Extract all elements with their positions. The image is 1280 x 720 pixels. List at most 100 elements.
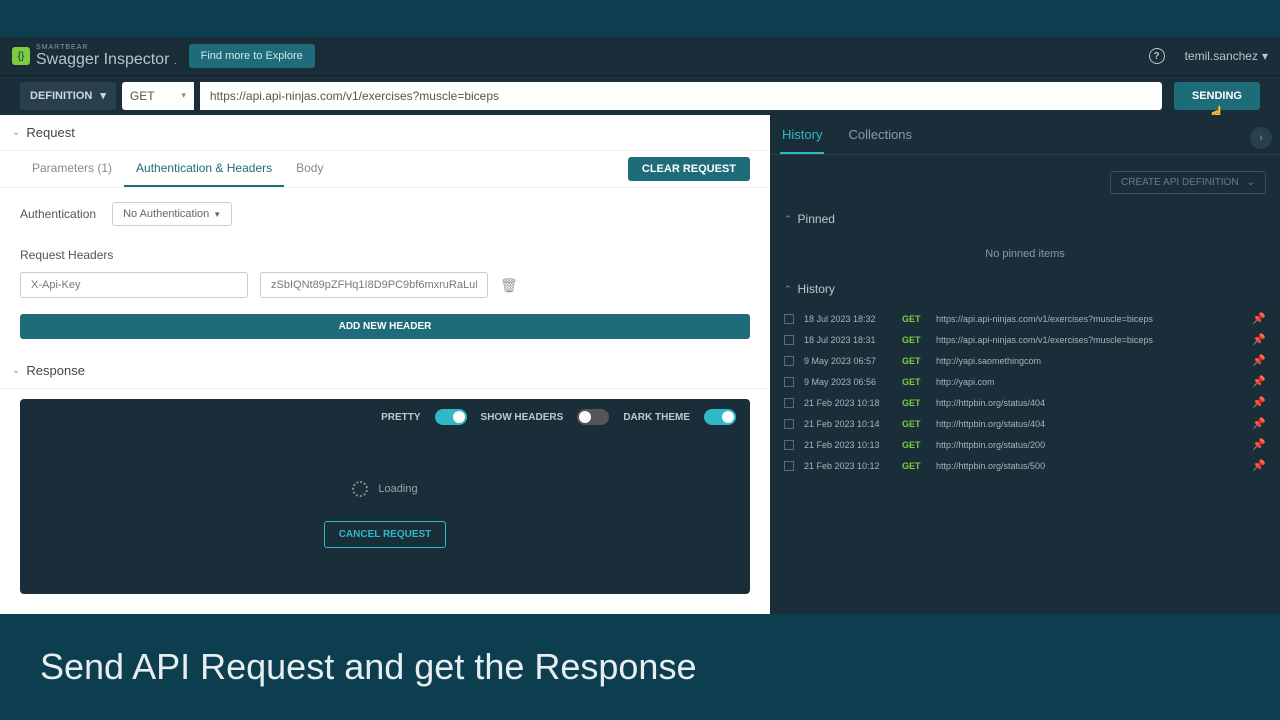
pin-icon[interactable]: 📌: [1252, 354, 1266, 367]
tab-parameters[interactable]: Parameters (1): [20, 151, 124, 187]
history-url: http://httpbin.org/status/404: [936, 419, 1242, 429]
cancel-request-button[interactable]: CANCEL REQUEST: [324, 521, 447, 548]
history-checkbox[interactable]: [784, 461, 794, 471]
history-time: 21 Feb 2023 10:18: [804, 398, 892, 408]
history-label: History: [798, 282, 835, 296]
pin-icon[interactable]: 📌: [1252, 375, 1266, 388]
tab-body[interactable]: Body: [284, 151, 335, 187]
history-list: 18 Jul 2023 18:32 GET https://api.api-ninj…: [770, 304, 1280, 480]
history-url: http://httpbin.org/status/404: [936, 398, 1242, 408]
history-time: 18 Jul 2023 18:32: [804, 314, 892, 324]
header-row: 🗑: [0, 272, 770, 308]
header-key-input[interactable]: [20, 272, 248, 298]
trash-icon[interactable]: 🗑: [500, 277, 518, 294]
find-more-button[interactable]: Find more to Explore: [189, 44, 315, 68]
history-row[interactable]: 21 Feb 2023 10:13GEThttp://httpbin.org/s…: [784, 434, 1266, 455]
request-section-header[interactable]: ⌄ Request: [0, 115, 770, 151]
username: temil.sanchez: [1185, 49, 1258, 63]
expand-panel-button[interactable]: ›: [1250, 127, 1272, 149]
tab-history[interactable]: History: [780, 127, 824, 154]
send-button[interactable]: SENDING ☝: [1174, 82, 1260, 110]
history-row[interactable]: 21 Feb 2023 10:12GEThttp://httpbin.org/s…: [784, 455, 1266, 476]
history-checkbox[interactable]: [784, 314, 794, 324]
pin-icon[interactable]: 📌: [1252, 333, 1266, 346]
response-section-header[interactable]: ⌄ Response: [0, 353, 770, 389]
method-select[interactable]: GET ▾: [122, 82, 194, 110]
help-icon[interactable]: ?: [1149, 48, 1165, 64]
history-checkbox[interactable]: [784, 377, 794, 387]
chevron-up-icon: ⌃: [784, 214, 792, 225]
chevron-up-icon: ⌃: [784, 284, 792, 295]
pin-icon[interactable]: 📌: [1252, 459, 1266, 472]
history-row[interactable]: 21 Feb 2023 10:18 GET http://httpbin.org/s…: [784, 392, 1266, 413]
history-url: https://api.api-ninjas.com/v1/exercises?…: [936, 335, 1242, 345]
history-checkbox[interactable]: [784, 440, 794, 450]
header-value-input[interactable]: [260, 272, 488, 298]
dark-theme-toggle[interactable]: [704, 409, 736, 425]
request-bar: DEFINITION ▾ GET ▾ SENDING ☝: [0, 75, 1280, 115]
history-time: 18 Jul 2023 18:31: [804, 335, 892, 345]
auth-value: No Authentication: [123, 208, 209, 220]
definition-label: DEFINITION: [30, 90, 92, 102]
history-method: GET: [902, 356, 926, 366]
caption: Send API Request and get the Response: [0, 614, 1280, 720]
history-method: GET: [902, 398, 926, 408]
request-tabs: Parameters (1) Authentication & Headers …: [0, 151, 770, 188]
pin-icon[interactable]: 📌: [1252, 438, 1266, 451]
chevron-down-icon: ⌄: [12, 127, 20, 138]
history-url: http://yapi.com: [936, 377, 1242, 387]
history-method: GET: [902, 419, 926, 429]
history-url: http://httpbin.org/status/200: [936, 440, 1242, 450]
history-row[interactable]: 18 Jul 2023 18:32GEThttps://api.api-ninj…: [784, 308, 1266, 329]
history-row[interactable]: 9 May 2023 06:56 GET http://yapi.com 📌: [784, 371, 1266, 392]
history-time: 21 Feb 2023 10:14: [804, 419, 892, 429]
pretty-label: PRETTY: [381, 412, 420, 423]
history-row[interactable]: 9 May 2023 06:57 GET http://yapi.saomethin…: [784, 350, 1266, 371]
history-checkbox[interactable]: [784, 335, 794, 345]
authentication-label: Authentication: [20, 207, 96, 221]
history-time: 9 May 2023 06:56: [804, 377, 892, 387]
user-menu[interactable]: temil.sanchez ▾: [1185, 49, 1268, 63]
pinned-section-header[interactable]: ⌃ Pinned: [770, 204, 1280, 234]
pin-icon[interactable]: 📌: [1252, 312, 1266, 325]
tab-collections[interactable]: Collections: [846, 127, 914, 154]
dark-theme-label: DARK THEME: [623, 412, 690, 423]
history-checkbox[interactable]: [784, 398, 794, 408]
response-body: PRETTY SHOW HEADERS DARK THEME Loading C…: [20, 399, 750, 594]
url-input[interactable]: [200, 82, 1162, 110]
spinner-icon: [352, 481, 368, 497]
request-title: Request: [26, 125, 74, 140]
history-row[interactable]: 18 Jul 2023 18:31GEThttps://api.api-ninj…: [784, 329, 1266, 350]
history-checkbox[interactable]: [784, 356, 794, 366]
create-api-definition-button[interactable]: CREATE API DEFINITION ⌄: [1110, 171, 1266, 194]
history-time: 9 May 2023 06:57: [804, 356, 892, 366]
request-headers-label: Request Headers: [0, 240, 770, 272]
history-method: GET: [902, 440, 926, 450]
pinned-label: Pinned: [798, 212, 835, 226]
send-label: SENDING: [1192, 90, 1242, 102]
history-method: GET: [902, 461, 926, 471]
history-time: 21 Feb 2023 10:12: [804, 461, 892, 471]
pretty-toggle[interactable]: [435, 409, 467, 425]
add-header-button[interactable]: ADD NEW HEADER: [20, 314, 750, 339]
left-panel: ⌄ Request Parameters (1) Authentication …: [0, 115, 770, 614]
history-section-header[interactable]: ⌃ History: [770, 274, 1280, 304]
swagger-icon: {}: [12, 47, 30, 65]
history-row[interactable]: 21 Feb 2023 10:14 GET http://httpbin.org/s…: [784, 413, 1266, 434]
history-url: http://yapi.saomethingcom: [936, 356, 1242, 366]
tab-auth-headers[interactable]: Authentication & Headers: [124, 151, 284, 187]
chevron-down-icon: ▼: [213, 210, 221, 219]
side-panel: › History Collections CREATE API DEFINIT…: [770, 115, 1280, 614]
history-method: GET: [902, 314, 926, 324]
auth-select[interactable]: No Authentication ▼: [112, 202, 232, 226]
history-checkbox[interactable]: [784, 419, 794, 429]
show-headers-toggle[interactable]: [577, 409, 609, 425]
pin-icon[interactable]: 📌: [1252, 417, 1266, 430]
chevron-down-icon: ▾: [1262, 49, 1268, 63]
pin-icon[interactable]: 📌: [1252, 396, 1266, 409]
history-method: GET: [902, 377, 926, 387]
brand-name: Swagger Inspector: [36, 51, 169, 68]
definition-button[interactable]: DEFINITION ▾: [20, 82, 116, 110]
chevron-down-icon: ⌄: [1247, 177, 1255, 188]
clear-request-button[interactable]: CLEAR REQUEST: [628, 157, 750, 181]
